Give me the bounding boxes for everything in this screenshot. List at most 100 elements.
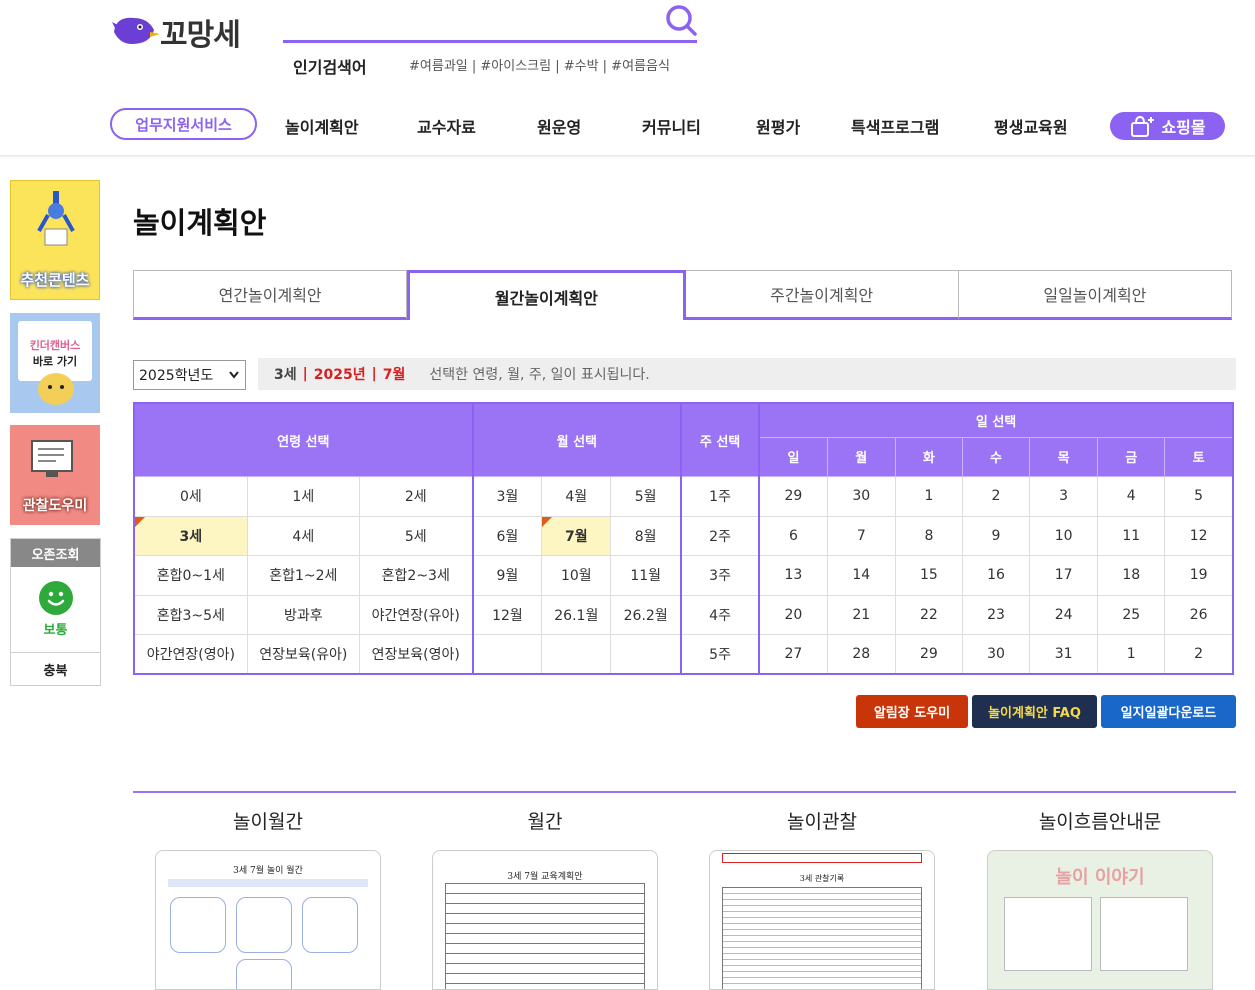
day-cell[interactable]: 2 <box>961 476 1031 517</box>
day-cell[interactable]: 28 <box>826 634 896 675</box>
tab-annual-plan[interactable]: 연간놀이계획안 <box>133 270 408 320</box>
day-cell[interactable]: 1 <box>894 476 963 517</box>
day-cell[interactable]: 26 <box>1164 594 1234 635</box>
day-cell[interactable]: 20 <box>758 594 828 635</box>
age-cell[interactable]: 야간연장(유아) <box>358 594 474 635</box>
age-cell[interactable]: 0세 <box>133 476 248 517</box>
shop-button[interactable]: 쇼핑몰 <box>1110 112 1225 140</box>
day-cell[interactable]: 10 <box>1029 515 1099 556</box>
month-cell[interactable]: 11월 <box>610 555 682 596</box>
day-cell[interactable]: 24 <box>1029 594 1099 635</box>
play-plan-faq-button[interactable]: 놀이계획안 FAQ <box>972 695 1097 728</box>
weekday-header: 화 <box>894 436 963 477</box>
bulk-download-button[interactable]: 일지일괄다운로드 <box>1101 695 1236 728</box>
day-cell[interactable]: 9 <box>961 515 1031 556</box>
recommended-content-banner[interactable]: 추천콘텐츠 <box>10 180 100 300</box>
month-cell[interactable]: 5월 <box>610 476 682 517</box>
day-cell[interactable]: 29 <box>894 634 963 675</box>
tab-daily-plan[interactable]: 일일놀이계획안 <box>958 270 1232 320</box>
day-cell[interactable]: 11 <box>1097 515 1166 556</box>
search-input[interactable] <box>283 40 697 43</box>
month-cell[interactable]: 8월 <box>610 515 682 556</box>
doc-preview-play-observation[interactable]: 3세 관찰기록 <box>709 850 935 990</box>
week-cell[interactable]: 5주 <box>680 634 761 675</box>
monitor-document-icon <box>31 440 73 477</box>
age-cell[interactable]: 4세 <box>246 515 360 556</box>
age-cell[interactable]: 방과후 <box>246 594 360 635</box>
month-cell[interactable]: 6월 <box>472 515 543 556</box>
selection-info-bar: 3세 | 2025년 | 7월 선택한 연령, 월, 주, 일이 표시됩니다. <box>258 358 1236 390</box>
age-cell[interactable]: 혼합0~1세 <box>133 555 248 596</box>
search-icon[interactable] <box>662 2 698 38</box>
nav-item-evaluation[interactable]: 원평가 <box>756 114 800 138</box>
nav-item-operation[interactable]: 원운영 <box>537 114 581 138</box>
age-cell[interactable]: 연장보육(영아) <box>358 634 474 675</box>
tab-weekly-plan[interactable]: 주간놀이계획안 <box>685 270 959 320</box>
nav-item-community[interactable]: 커뮤니티 <box>642 114 701 138</box>
kinder-canvas-banner[interactable]: 킨더캔버스 바로 가기 <box>10 313 100 413</box>
week-cell[interactable]: 2주 <box>680 515 761 556</box>
tab-monthly-plan[interactable]: 월간놀이계획안 <box>407 270 686 320</box>
day-cell: 1 <box>1097 634 1166 675</box>
age-cell[interactable]: 혼합1~2세 <box>246 555 360 596</box>
day-cell[interactable]: 22 <box>894 594 963 635</box>
day-cell[interactable]: 18 <box>1097 555 1166 596</box>
week-cell[interactable]: 3주 <box>680 555 761 596</box>
ozone-region[interactable]: 충북 <box>11 652 100 686</box>
day-cell[interactable]: 16 <box>961 555 1031 596</box>
month-cell[interactable]: 12월 <box>472 594 543 635</box>
smiley-face-icon <box>39 581 73 615</box>
nav-item-special-program[interactable]: 특색프로그램 <box>851 114 939 138</box>
day-cell[interactable]: 5 <box>1164 476 1234 517</box>
day-cell[interactable]: 21 <box>826 594 896 635</box>
doc-preview-play-monthly[interactable]: 3세 7월 놀이 월간 <box>155 850 381 990</box>
month-cell[interactable]: 26.2월 <box>610 594 682 635</box>
day-cell[interactable]: 30 <box>961 634 1031 675</box>
day-cell[interactable]: 3 <box>1029 476 1099 517</box>
nav-item-lifelong-education[interactable]: 평생교육원 <box>994 114 1068 138</box>
age-cell[interactable]: 연장보육(유아) <box>246 634 360 675</box>
doc-preview-play-flow-notice[interactable]: 놀이 이야기 <box>987 850 1213 990</box>
age-cell[interactable]: 1세 <box>246 476 360 517</box>
school-year-select[interactable]: 2025학년도 <box>133 360 246 390</box>
day-cell[interactable]: 17 <box>1029 555 1099 596</box>
age-cell[interactable]: 5세 <box>358 515 474 556</box>
age-cell[interactable]: 야간연장(영아) <box>133 634 248 675</box>
day-cell[interactable]: 14 <box>826 555 896 596</box>
month-cell[interactable]: 9월 <box>472 555 543 596</box>
observation-helper-banner[interactable]: 관찰도우미 <box>10 425 100 525</box>
day-cell[interactable]: 7 <box>826 515 896 556</box>
week-cell[interactable]: 1주 <box>680 476 761 517</box>
day-cell[interactable]: 13 <box>758 555 828 596</box>
day-cell[interactable]: 27 <box>758 634 828 675</box>
day-cell[interactable]: 31 <box>1029 634 1099 675</box>
age-cell[interactable]: 2세 <box>358 476 474 517</box>
age-cell[interactable]: 혼합3~5세 <box>133 594 248 635</box>
doc-preview-monthly[interactable]: 3세 7월 교육계획안 <box>432 850 658 990</box>
month-cell-selected[interactable]: 7월 <box>541 515 612 556</box>
day-cell[interactable]: 12 <box>1164 515 1234 556</box>
nav-item-teaching-material[interactable]: 교수자료 <box>417 114 476 138</box>
notice-helper-button[interactable]: 알림장 도우미 <box>856 695 968 728</box>
day-cell[interactable]: 19 <box>1164 555 1234 596</box>
month-select-header: 월 선택 <box>472 402 682 477</box>
day-cell[interactable]: 6 <box>758 515 828 556</box>
day-cell[interactable]: 15 <box>894 555 963 596</box>
age-cell-selected[interactable]: 3세 <box>133 515 248 556</box>
month-cell[interactable]: 10월 <box>541 555 612 596</box>
month-cell[interactable]: 4월 <box>541 476 612 517</box>
day-cell[interactable]: 25 <box>1097 594 1166 635</box>
day-cell[interactable]: 8 <box>894 515 963 556</box>
kinder-canvas-label: 킨더캔버스 <box>29 339 81 352</box>
age-cell[interactable]: 혼합2~3세 <box>358 555 474 596</box>
month-cell[interactable]: 26.1월 <box>541 594 612 635</box>
month-cell[interactable]: 3월 <box>472 476 543 517</box>
day-cell[interactable]: 23 <box>961 594 1031 635</box>
popular-search-tags[interactable]: #여름과일 | #아이스크림 | #수박 | #여름음식 <box>409 55 670 74</box>
day-cell[interactable]: 4 <box>1097 476 1166 517</box>
weekday-header: 수 <box>961 436 1031 477</box>
week-cell[interactable]: 4주 <box>680 594 761 635</box>
nav-item-play-plan[interactable]: 놀이계획안 <box>285 114 359 138</box>
nav-service-button[interactable]: 업무지원서비스 <box>110 108 257 140</box>
doc-title-play-monthly: 놀이월간 <box>233 811 303 833</box>
